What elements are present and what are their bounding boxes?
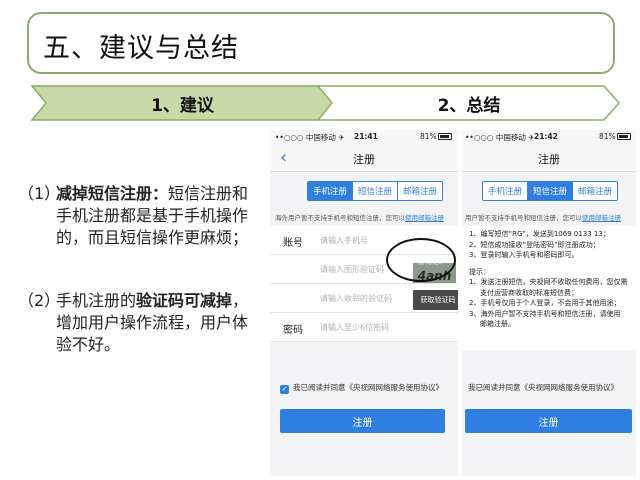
tip-2: 2、手机号仅用于个人登录，不会用于其他用途；: [469, 299, 621, 307]
agreement-row[interactable]: ✓ 我已阅读并同意《央视网网络服务使用协议》: [280, 382, 443, 394]
tab-suggestion-label: 1、建议: [151, 95, 214, 116]
step-3: 3、登录时输入手机号和密码即可。: [469, 251, 579, 259]
tip-1: 1、发送注册短信，央视网不收取任何费用，您仅需: [469, 278, 628, 286]
nav-title: 注册: [353, 153, 375, 166]
suggestion-1: （1） 减掉短信注册：短信注册和手机注册都是基于手机操作的，而且短信操作更麻烦；: [18, 183, 268, 273]
suggestion-1-number: （1）: [18, 184, 61, 203]
highlight-oval: [386, 238, 456, 282]
get-code-button[interactable]: 获取验证码: [413, 290, 458, 310]
agreement-text: 我已阅读并同意《央视网网络服务使用协议》: [468, 383, 618, 392]
slide-title: 五、建议与总结: [43, 33, 239, 64]
nav-bar: ‹ 注册: [270, 144, 458, 172]
tip-1-cont: 支付运营商收取的标准短信费；: [480, 288, 578, 297]
status-bar: ••○○○ 中国移动 ✈ 21:42 81%: [462, 130, 636, 144]
overseas-notice: 海外用户暂不支持手机号和短信注册，您可以使用邮箱注册: [275, 212, 444, 222]
phone-number-input[interactable]: 请输入手机号: [320, 235, 368, 246]
agreement-text: 我已阅读并同意《央视网网络服务使用协议》: [293, 383, 443, 392]
step-2: 2、短信成功接收“登陆密码”即注册成功；: [469, 240, 600, 249]
sms-code-input[interactable]: 请输入收到的验证码: [320, 293, 392, 304]
title-box: 五、建议与总结: [27, 12, 615, 74]
tip-3: 3、海外用户暂不支持手机号和短信注册，请使用: [469, 309, 621, 318]
clock: 21:41: [354, 132, 378, 141]
battery-text: 81%: [599, 132, 616, 141]
password-row: 密码 请输入至少6位密码: [270, 313, 458, 342]
suggestion-1-text: 减掉短信注册：短信注册和手机注册都是基于手机操作的，而且短信操作更麻烦；: [56, 183, 261, 249]
nav-title: 注册: [538, 153, 560, 166]
tab-email-register[interactable]: 邮箱注册: [398, 182, 443, 200]
tab-email-register[interactable]: 邮箱注册: [573, 182, 618, 200]
tab-suggestion[interactable]: 1、建议: [30, 84, 335, 122]
suggestion-2-number: （2）: [18, 291, 61, 310]
tab-sms-register[interactable]: 短信注册: [353, 182, 399, 200]
tips-title: 提示：: [469, 267, 490, 276]
register-button[interactable]: 注册: [280, 409, 445, 433]
tab-summary-label: 2、总结: [437, 95, 501, 116]
overseas-notice: 用户暂不支持手机号和短信注册，您可以使用邮箱注册: [465, 212, 621, 222]
suggestion-1-bold: 减掉短信注册：: [56, 184, 169, 203]
tab-phone-register[interactable]: 手机注册: [483, 182, 529, 200]
tab-sms-register[interactable]: 短信注册: [528, 182, 574, 200]
suggestion-2-text: 手机注册的验证码可减掉，增加用户操作流程，用户体验不好。: [56, 290, 261, 356]
password-input[interactable]: 请输入至少6位密码: [320, 322, 389, 333]
tab-phone-register[interactable]: 手机注册: [308, 182, 354, 200]
email-register-link[interactable]: 使用邮箱注册: [405, 214, 444, 222]
step-1: 1、编写短信“RG”，发送到1069 0133 13；: [469, 230, 610, 238]
phone-screenshot-phone-registration: ••○○○ 中国移动 ✈ 21:41 81% ‹ 注册 手机注册 短信注册 邮箱…: [270, 130, 458, 476]
checkbox-checked-icon[interactable]: ✓: [280, 385, 289, 394]
password-label: 密码: [283, 325, 303, 336]
suggestion-2: （2） 手机注册的验证码可减掉，增加用户操作流程，用户体验不好。: [18, 290, 268, 360]
battery-icon: [617, 133, 631, 140]
sms-instructions: 1、编写短信“RG”，发送到1069 0133 13； 2、短信成功接收“登陆密…: [462, 226, 636, 350]
tip-3-cont: 邮箱注册。: [480, 320, 515, 328]
status-bar: ••○○○ 中国移动 ✈ 21:41 81%: [270, 130, 458, 144]
overseas-notice-text: 海外用户暂不支持手机号和短信注册，您可以: [275, 214, 405, 222]
suggestion-2-pre: 手机注册的: [56, 291, 137, 310]
nav-bar: 注册: [462, 144, 636, 172]
tab-summary[interactable]: 2、总结: [316, 84, 622, 122]
carrier-text: ••○○○ 中国移动 ✈: [465, 133, 535, 142]
battery-text: 81%: [420, 132, 437, 141]
register-type-tabs: 手机注册 短信注册 邮箱注册: [307, 181, 444, 201]
agreement-row: 我已阅读并同意《央视网网络服务使用协议》: [468, 382, 618, 393]
register-button[interactable]: 注册: [465, 409, 632, 433]
carrier-text: ••○○○ 中国移动 ✈: [275, 133, 345, 142]
battery-icon: [438, 133, 452, 140]
account-label: 账号: [283, 238, 303, 249]
phone-screenshot-sms-registration: ••○○○ 中国移动 ✈ 21:42 81% 注册 手机注册 短信注册 邮箱注册…: [462, 130, 636, 476]
image-captcha-input[interactable]: 请输入图形验证码: [320, 264, 384, 275]
suggestion-2-bold: 验证码可减掉: [136, 291, 233, 310]
clock: 21:42: [534, 132, 558, 141]
email-register-link[interactable]: 使用邮箱注册: [582, 214, 621, 222]
register-type-tabs: 手机注册 短信注册 邮箱注册: [482, 181, 619, 201]
overseas-notice-text: 用户暂不支持手机号和短信注册，您可以: [465, 214, 582, 222]
